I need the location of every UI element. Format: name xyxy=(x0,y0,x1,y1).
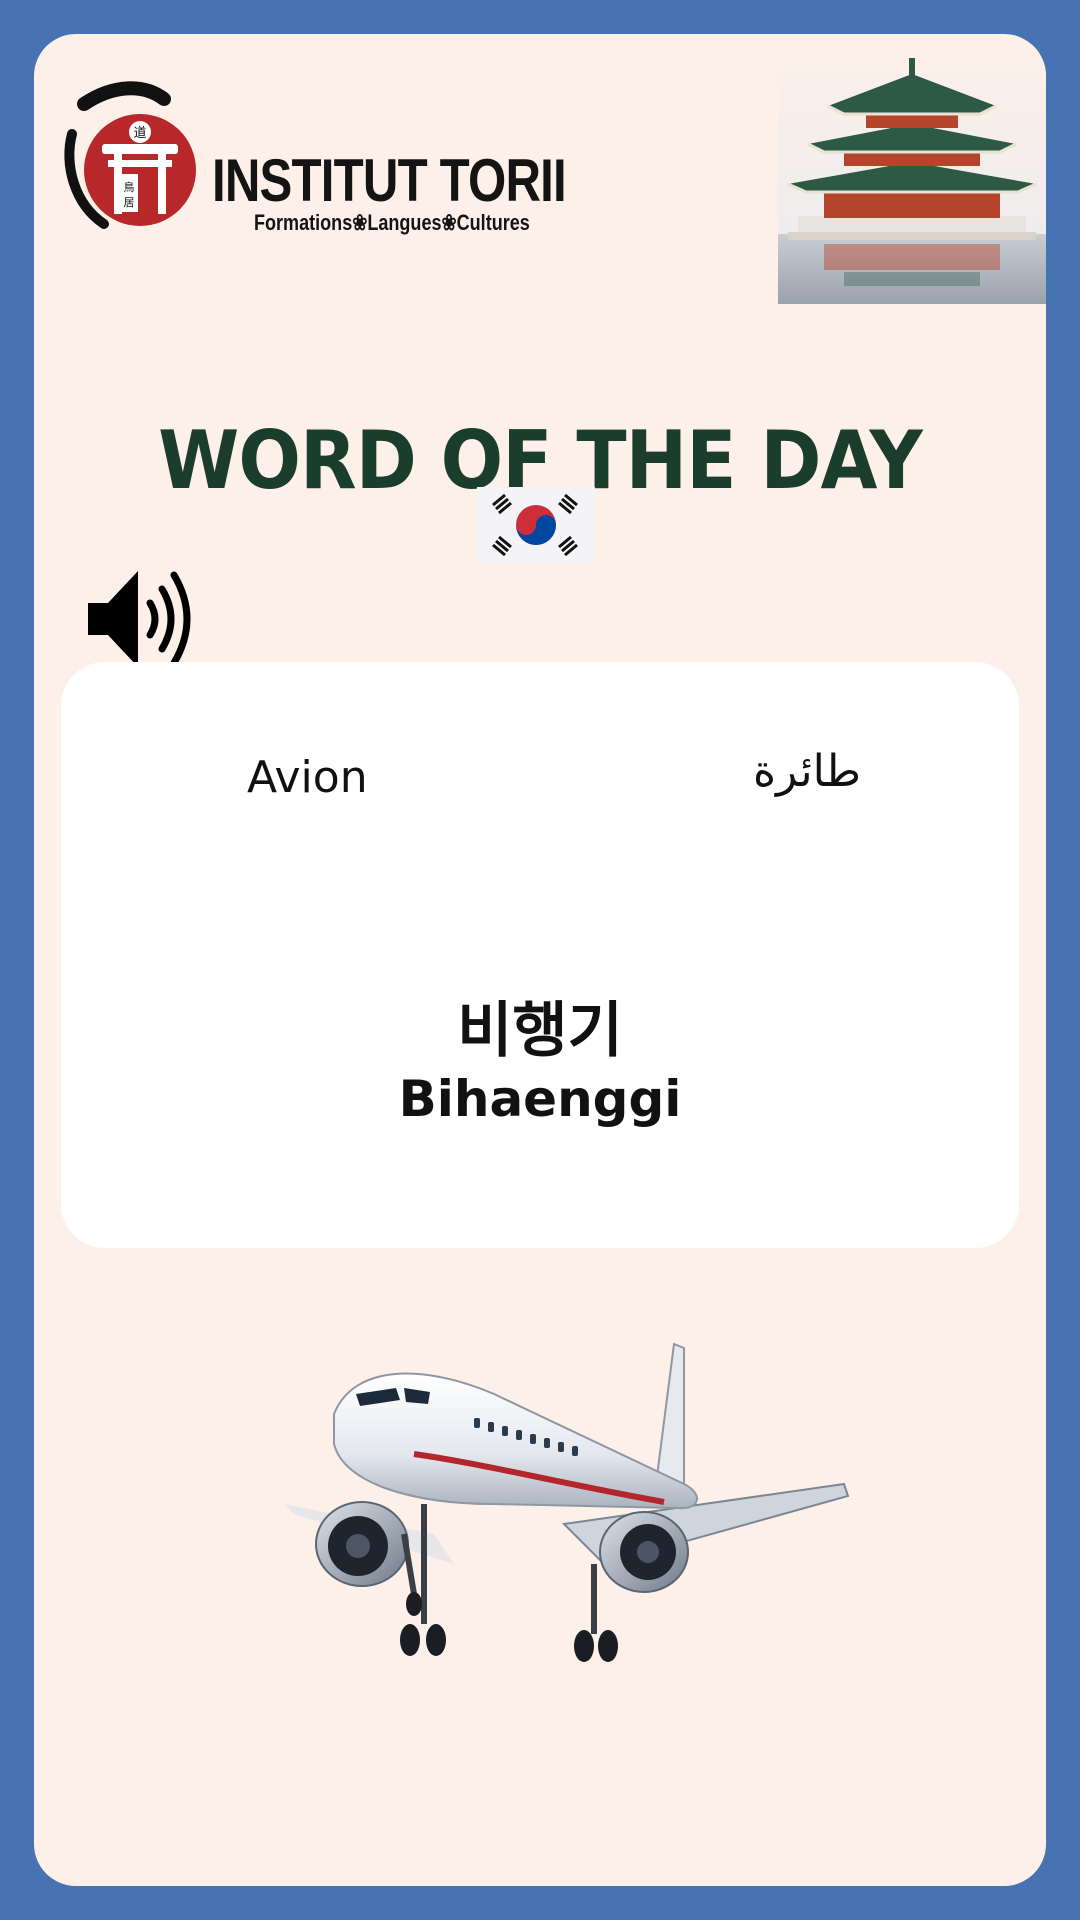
romanized-word: Bihaenggi xyxy=(398,1070,682,1128)
svg-text:居: 居 xyxy=(124,196,135,209)
institut-torii-logo: 道 鳥 居 INSTITUT TORII Formations❀Langues❀… xyxy=(54,74,567,244)
speaker-volume-icon[interactable] xyxy=(84,559,204,679)
french-word: Avion xyxy=(247,752,368,803)
svg-text:鳥: 鳥 xyxy=(124,180,135,194)
brand-name: INSTITUT TORII xyxy=(212,147,567,214)
korean-word: 비행기 xyxy=(457,996,623,1066)
airplane-image xyxy=(284,1342,850,1662)
korean-pagoda-image xyxy=(778,44,1046,304)
arabic-word: طائرة xyxy=(753,746,862,797)
word-card: 道 鳥 居 INSTITUT TORII Formations❀Langues❀… xyxy=(34,34,1046,1886)
korean-flag-icon xyxy=(477,487,595,563)
svg-text:道: 道 xyxy=(133,126,146,141)
torii-seal-icon: 道 鳥 居 xyxy=(64,81,196,229)
brand-tagline: Formations❀Langues❀Cultures xyxy=(254,210,530,235)
card-border-frame: 道 鳥 居 INSTITUT TORII Formations❀Langues❀… xyxy=(0,0,1080,1920)
word-panel: Avion طائرة 비행기 Bihaenggi xyxy=(61,662,1019,1248)
